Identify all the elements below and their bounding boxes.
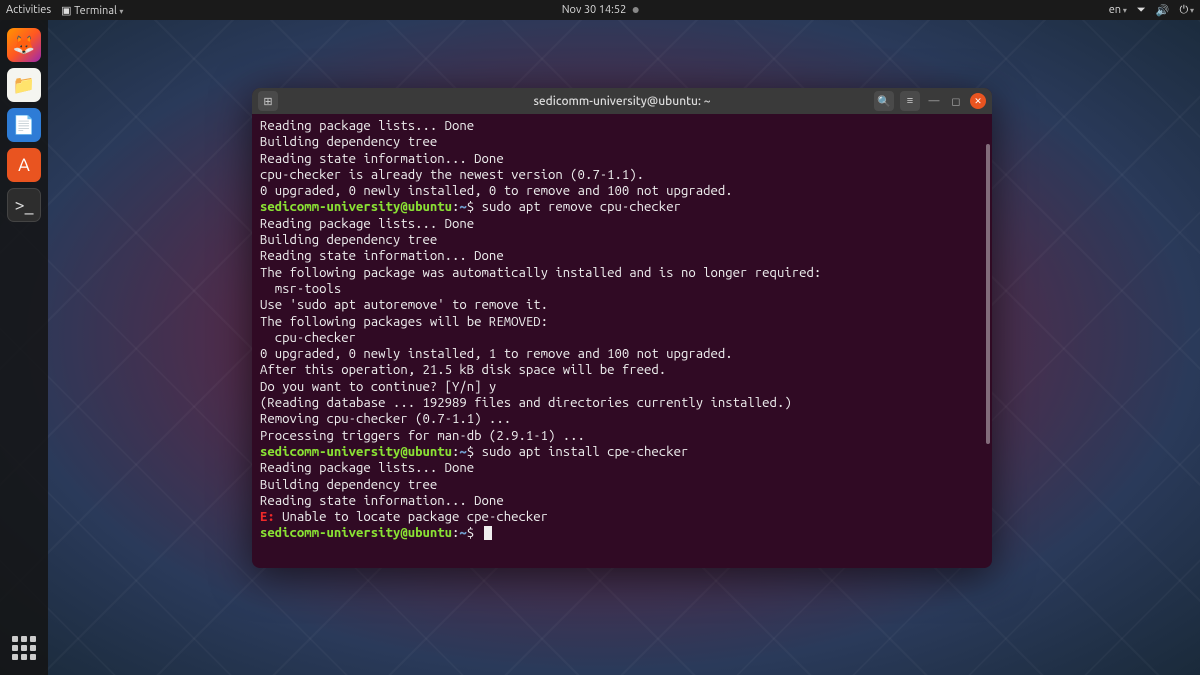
close-icon: ✕ bbox=[974, 96, 982, 107]
volume-icon[interactable]: 🔊 bbox=[1156, 4, 1170, 17]
app-menu-label: Terminal bbox=[74, 5, 117, 17]
document-icon: 📄 bbox=[13, 115, 35, 136]
prompt-path: ~ bbox=[459, 526, 466, 540]
prompt-icon: >_ bbox=[15, 195, 34, 215]
dock-document-editor[interactable]: 📄 bbox=[7, 108, 41, 142]
terminal-line: Reading state information... Done bbox=[260, 248, 984, 264]
power-icon[interactable]: ⏻ bbox=[1179, 4, 1194, 17]
datetime-label: Nov 30 14:52 bbox=[562, 4, 627, 16]
terminal-line: Reading state information... Done bbox=[260, 493, 984, 509]
terminal-line: Processing triggers for man-db (2.9.1-1)… bbox=[260, 428, 984, 444]
terminal-line: Building dependency tree bbox=[260, 134, 984, 150]
terminal-line: 0 upgraded, 0 newly installed, 1 to remo… bbox=[260, 346, 984, 362]
prompt-user-host: sedicomm-university@ubuntu bbox=[260, 526, 452, 540]
terminal-line: Reading package lists... Done bbox=[260, 216, 984, 232]
terminal-line: Do you want to continue? [Y/n] y bbox=[260, 379, 984, 395]
terminal-line: msr-tools bbox=[260, 281, 984, 297]
activities-button[interactable]: Activities bbox=[6, 4, 51, 16]
terminal-line: The following package was automatically … bbox=[260, 265, 984, 281]
terminal-line: 0 upgraded, 0 newly installed, 0 to remo… bbox=[260, 183, 984, 199]
dock: 🦊 📁 📄 A >_ bbox=[0, 20, 48, 675]
notification-dot-icon bbox=[632, 7, 638, 13]
terminal-line: cpu-checker bbox=[260, 330, 984, 346]
terminal-line: E: Unable to locate package cpe-checker bbox=[260, 509, 984, 525]
error-text: Unable to locate package cpe-checker bbox=[275, 510, 548, 524]
dock-ubuntu-software[interactable]: A bbox=[7, 148, 41, 182]
close-button[interactable]: ✕ bbox=[970, 93, 986, 109]
terminal-line: sedicomm-university@ubuntu:~$ bbox=[260, 525, 984, 541]
terminal-icon: ▣ bbox=[61, 5, 71, 17]
hamburger-icon: ≡ bbox=[907, 95, 913, 107]
terminal-line: Removing cpu-checker (0.7-1.1) ... bbox=[260, 411, 984, 427]
input-source[interactable]: en bbox=[1109, 4, 1127, 16]
terminal-line: Use 'sudo apt autoremove' to remove it. bbox=[260, 297, 984, 313]
terminal-line: Reading package lists... Done bbox=[260, 118, 984, 134]
terminal-line: sedicomm-university@ubuntu:~$ sudo apt i… bbox=[260, 444, 984, 460]
window-title: sedicomm-university@ubuntu: ~ bbox=[534, 95, 711, 108]
minimize-icon: — bbox=[929, 95, 940, 107]
shopping-bag-icon: A bbox=[18, 155, 30, 175]
app-menu[interactable]: ▣ Terminal bbox=[61, 4, 123, 17]
terminal-body[interactable]: Reading package lists... DoneBuilding de… bbox=[252, 114, 992, 568]
prompt-user-host: sedicomm-university@ubuntu bbox=[260, 200, 452, 214]
search-button[interactable]: 🔍 bbox=[874, 91, 894, 111]
dock-firefox[interactable]: 🦊 bbox=[7, 28, 41, 62]
scrollbar[interactable] bbox=[986, 144, 990, 444]
prompt-path: ~ bbox=[459, 445, 466, 459]
terminal-line: sedicomm-university@ubuntu:~$ sudo apt r… bbox=[260, 199, 984, 215]
firefox-icon: 🦊 bbox=[13, 35, 35, 56]
command-text: sudo apt install cpe-checker bbox=[474, 445, 688, 459]
clock[interactable]: Nov 30 14:52 bbox=[562, 4, 639, 16]
window-titlebar[interactable]: ⊞ sedicomm-university@ubuntu: ~ 🔍 ≡ — ◻ … bbox=[252, 88, 992, 114]
plus-box-icon: ⊞ bbox=[263, 95, 272, 108]
error-prefix: E: bbox=[260, 510, 275, 524]
command-text: sudo apt remove cpu-checker bbox=[474, 200, 681, 214]
new-tab-button[interactable]: ⊞ bbox=[258, 91, 278, 111]
terminal-line: Reading package lists... Done bbox=[260, 460, 984, 476]
maximize-button[interactable]: ◻ bbox=[948, 93, 964, 109]
terminal-window: ⊞ sedicomm-university@ubuntu: ~ 🔍 ≡ — ◻ … bbox=[252, 88, 992, 568]
network-icon[interactable]: ⏷ bbox=[1137, 4, 1146, 17]
terminal-line: (Reading database ... 192989 files and d… bbox=[260, 395, 984, 411]
top-bar: Activities ▣ Terminal Nov 30 14:52 en ⏷ … bbox=[0, 0, 1200, 20]
folder-icon: 📁 bbox=[13, 75, 35, 96]
dock-terminal[interactable]: >_ bbox=[7, 188, 41, 222]
terminal-line: cpu-checker is already the newest versio… bbox=[260, 167, 984, 183]
terminal-line: After this operation, 21.5 kB disk space… bbox=[260, 362, 984, 378]
terminal-line: Building dependency tree bbox=[260, 232, 984, 248]
menu-button[interactable]: ≡ bbox=[900, 91, 920, 111]
search-icon: 🔍 bbox=[877, 95, 891, 108]
dock-show-applications[interactable] bbox=[7, 631, 41, 665]
terminal-line: Reading state information... Done bbox=[260, 151, 984, 167]
maximize-icon: ◻ bbox=[951, 95, 960, 108]
terminal-line: Building dependency tree bbox=[260, 477, 984, 493]
terminal-line: The following packages will be REMOVED: bbox=[260, 314, 984, 330]
cursor bbox=[484, 526, 492, 540]
prompt-path: ~ bbox=[459, 200, 466, 214]
minimize-button[interactable]: — bbox=[926, 93, 942, 109]
dock-files[interactable]: 📁 bbox=[7, 68, 41, 102]
prompt-user-host: sedicomm-university@ubuntu bbox=[260, 445, 452, 459]
command-text bbox=[474, 526, 481, 540]
